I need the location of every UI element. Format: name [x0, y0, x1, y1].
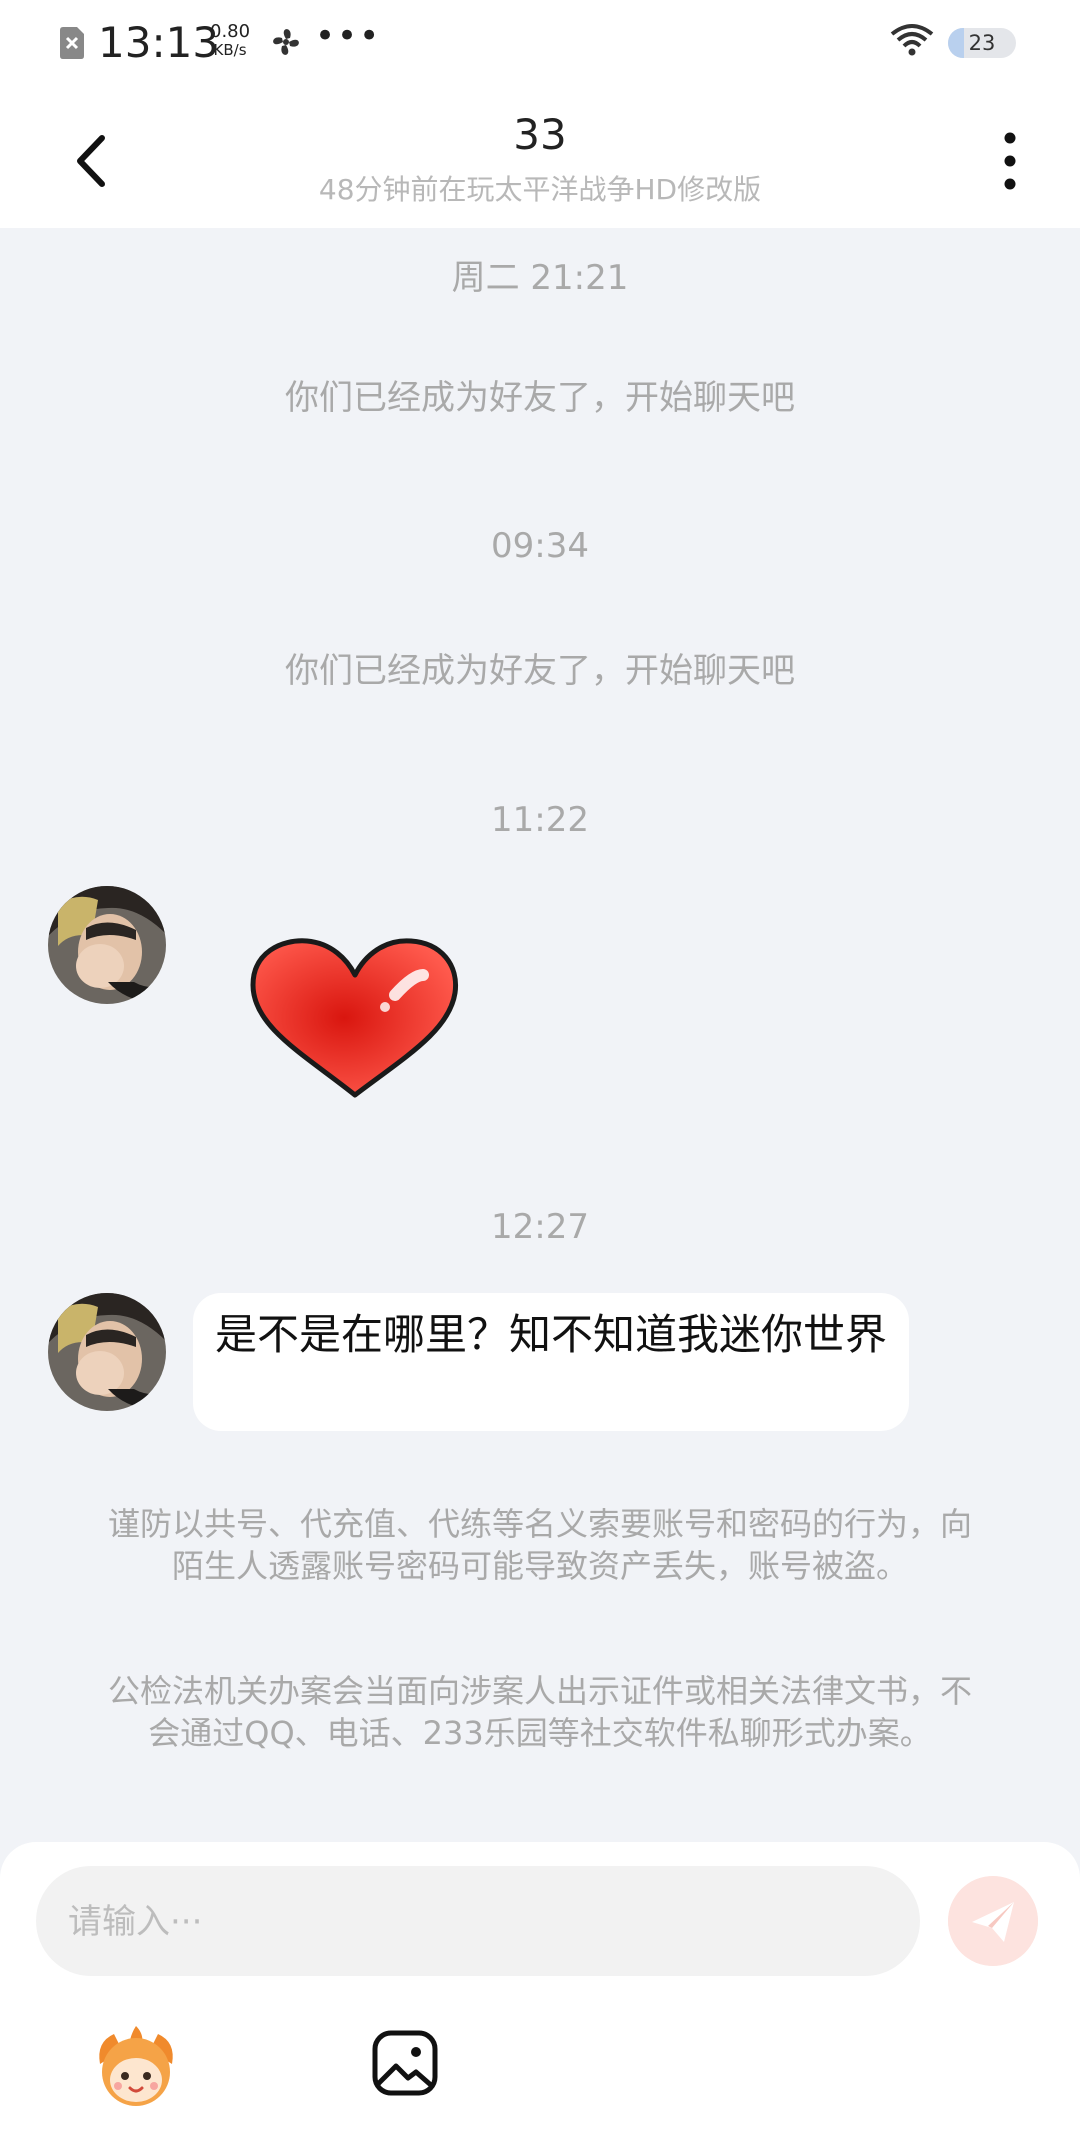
timestamp: 12:27	[491, 1207, 589, 1247]
timestamp: 11:22	[491, 800, 589, 840]
status-bar: 13:13 0.80 KB/s ••• 23	[0, 0, 1080, 88]
security-notice: 谨防以共号、代充值、代练等名义索要账号和密码的行为，向陌生人透露账号密码可能导致…	[107, 1505, 972, 1585]
network-speed-unit: KB/s	[213, 41, 247, 59]
battery-level: 23	[968, 31, 996, 55]
security-notice: 公检法机关办案会当面向涉案人出示证件或相关法律文书，不会通过QQ、电话、233乐…	[107, 1672, 972, 1752]
mascot-icon	[99, 2026, 173, 2106]
network-speed-value: 0.80	[210, 21, 251, 42]
message-input[interactable]	[66, 1866, 890, 1978]
battery-indicator: 23	[948, 28, 1016, 58]
clock: 13:13	[98, 18, 220, 67]
image-icon	[372, 2030, 438, 2096]
message-bubble[interactable]: 是不是在哪里？知不知道我迷你世界	[193, 1293, 909, 1431]
timestamp: 09:34	[491, 526, 589, 566]
more-options-button[interactable]	[990, 126, 1030, 196]
input-panel	[0, 1842, 1080, 2154]
avatar[interactable]	[48, 886, 166, 1004]
avatar[interactable]	[48, 1293, 166, 1411]
no-sim-icon	[60, 27, 84, 59]
more-notifications-icon: •••	[315, 16, 382, 56]
system-message: 你们已经成为好友了，开始聊天吧	[285, 378, 795, 418]
system-message: 你们已经成为好友了，开始聊天吧	[285, 651, 795, 691]
timestamp: 周二 21:21	[451, 258, 629, 298]
fan-icon	[273, 29, 299, 55]
vertical-dots-icon	[1004, 132, 1016, 190]
image-picker-button[interactable]	[370, 2028, 440, 2098]
heart-sticker[interactable]	[245, 935, 465, 1105]
emoji-button[interactable]	[92, 2024, 180, 2112]
contact-name: 33	[513, 110, 567, 159]
send-button[interactable]	[948, 1876, 1038, 1966]
contact-activity-status: 48分钟前在玩太平洋战争HD修改版	[318, 173, 762, 206]
network-speed: 0.80 KB/s	[210, 22, 250, 60]
chat-header: 33 48分钟前在玩太平洋战争HD修改版	[0, 88, 1080, 228]
wifi-icon	[890, 24, 934, 56]
message-input-container	[36, 1866, 920, 1978]
